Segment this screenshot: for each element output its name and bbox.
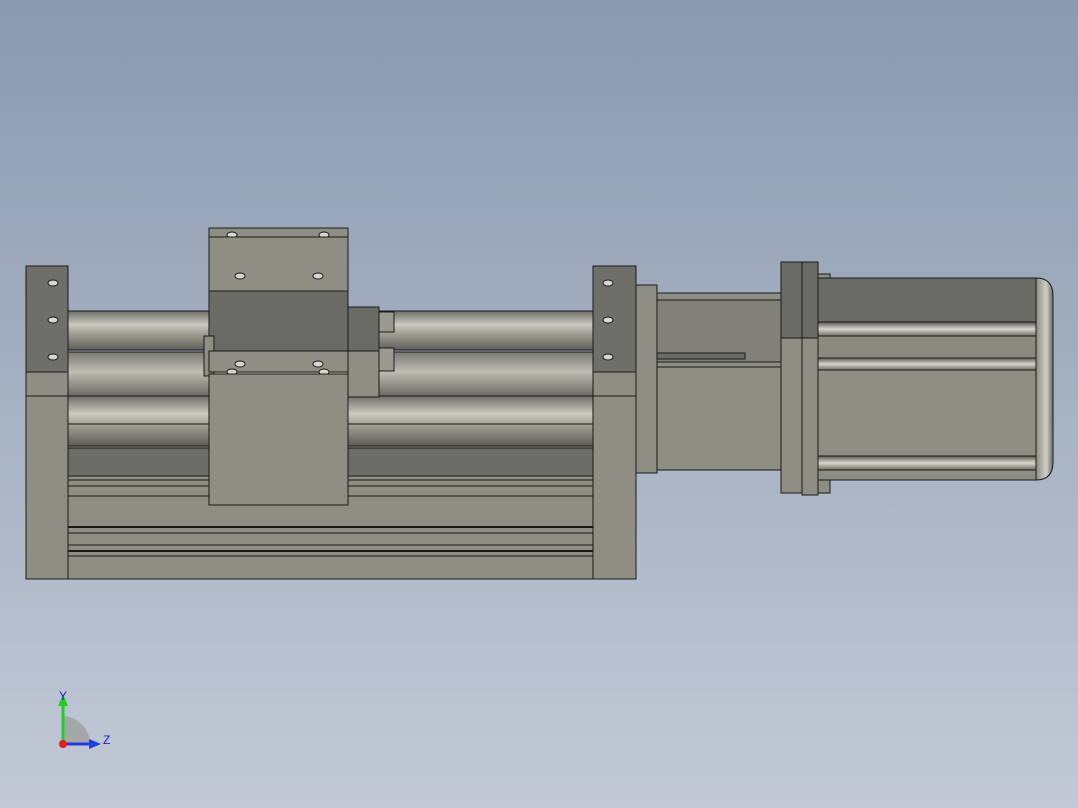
left-end-block: [25, 265, 69, 580]
triad-plane-indicator: [62, 716, 90, 744]
z-axis-label: Z: [103, 733, 110, 747]
view-orientation-triad: Y Z: [58, 689, 110, 749]
cad-viewport[interactable]: Y Z: [0, 0, 1078, 808]
x-axis-dot: [59, 740, 67, 748]
right-end-block: [592, 265, 637, 580]
actuator-model[interactable]: [25, 227, 1054, 580]
motor-body: [817, 277, 1054, 481]
z-arrowhead: [89, 739, 101, 749]
gearbox-adapter: [635, 284, 783, 474]
y-axis-label: Y: [59, 689, 67, 703]
